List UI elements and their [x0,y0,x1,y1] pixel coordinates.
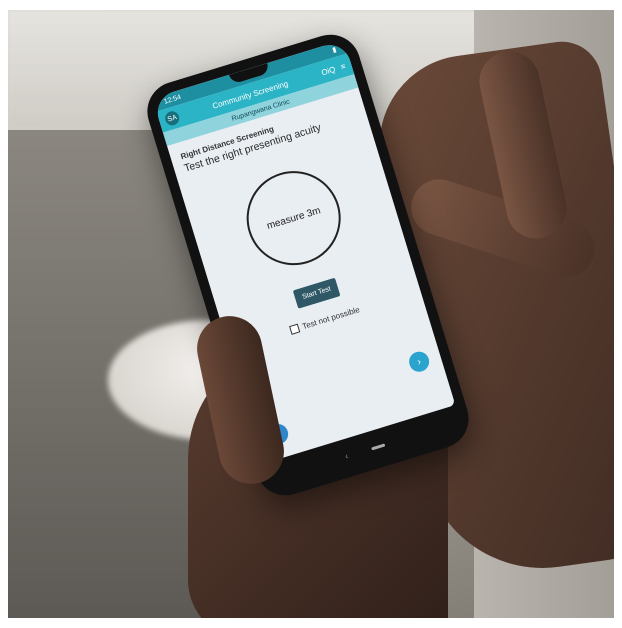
battery-icon: ▮ [331,46,338,55]
nav-back-icon[interactable]: ‹ [344,451,350,461]
test-not-possible-checkbox[interactable] [288,323,301,335]
test-not-possible-label: Test not possible [301,305,361,332]
menu-icon[interactable]: ≡ [339,61,346,71]
photo: 12:54 ▮ SA Community Screening OiQ ≡ Rup… [8,10,614,618]
next-button[interactable]: › [406,349,432,375]
app-logo[interactable]: SA [163,109,181,128]
start-test-button[interactable]: Start Test [293,277,341,309]
chevron-right-icon: › [415,355,423,368]
measure-circle: measure 3m [234,159,353,277]
measure-label: measure 3m [265,204,322,232]
nav-home-icon[interactable] [370,443,385,451]
app-bar-right[interactable]: OiQ [320,64,336,77]
